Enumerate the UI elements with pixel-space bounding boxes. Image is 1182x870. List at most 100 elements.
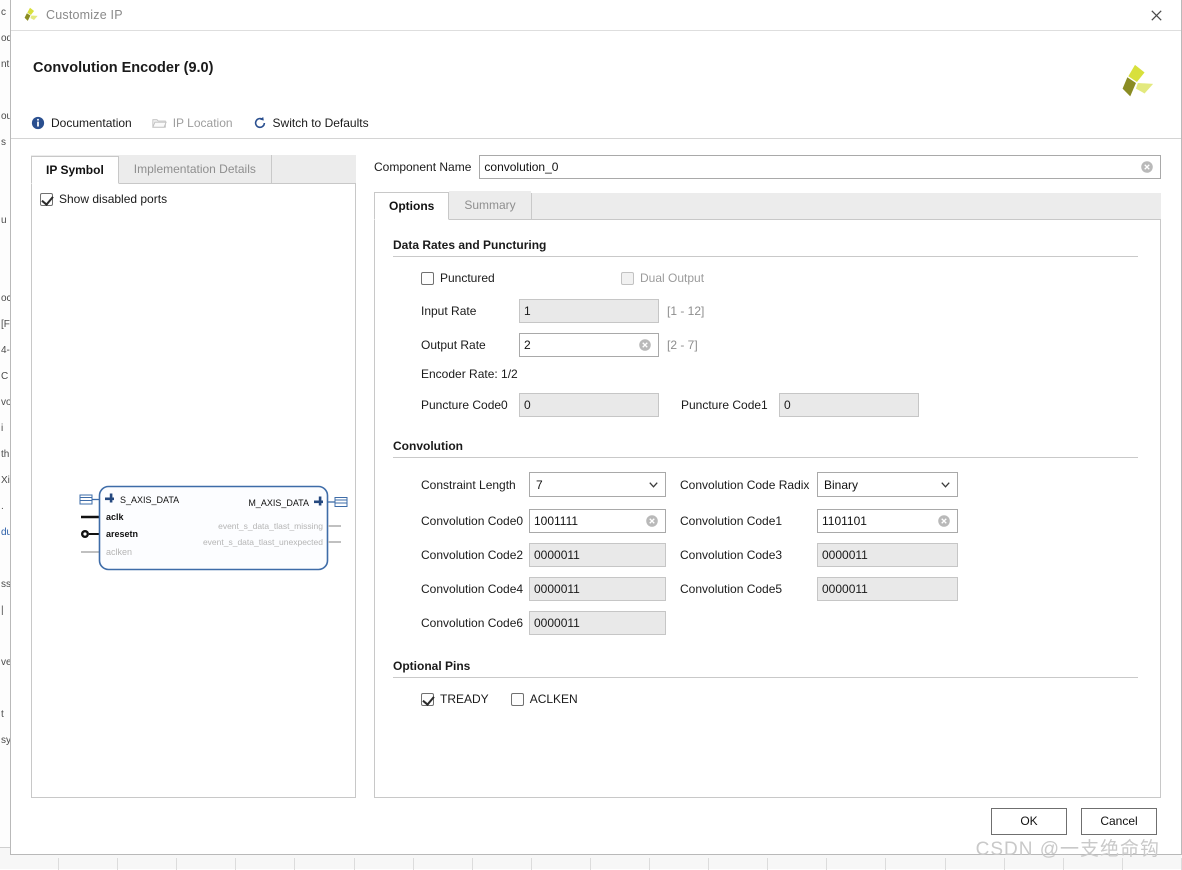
aclken-checkbox-group[interactable]: ACLKEN bbox=[511, 692, 578, 706]
port-label-aresetn: aresetn bbox=[106, 529, 138, 539]
conv-code2-input: 0000011 bbox=[529, 543, 666, 567]
close-icon[interactable] bbox=[1135, 0, 1177, 30]
documentation-link[interactable]: Documentation bbox=[31, 116, 132, 130]
show-disabled-ports-label: Show disabled ports bbox=[59, 192, 167, 206]
conv-code0-label: Convolution Code0 bbox=[421, 514, 529, 528]
page-title: Convolution Encoder (9.0) bbox=[33, 60, 1163, 76]
clear-circle-icon[interactable] bbox=[937, 514, 951, 528]
ip-symbol-pane: IP Symbol Implementation Details Show di… bbox=[31, 155, 356, 798]
constraint-length-value: 7 bbox=[536, 478, 647, 492]
tab-ip-symbol[interactable]: IP Symbol bbox=[31, 156, 119, 184]
output-rate-input[interactable]: 2 bbox=[519, 333, 659, 357]
puncture-code1-input: 0 bbox=[779, 393, 919, 417]
input-rate-label: Input Rate bbox=[421, 304, 519, 318]
show-disabled-ports-row[interactable]: Show disabled ports bbox=[40, 192, 347, 206]
dialog-body: IP Symbol Implementation Details Show di… bbox=[11, 139, 1181, 798]
output-rate-row: Output Rate 2 bbox=[421, 333, 1138, 357]
conv-code4-input: 0000011 bbox=[529, 577, 666, 601]
options-tabstrip: Options Summary bbox=[374, 193, 1161, 220]
conv-code5-label: Convolution Code5 bbox=[680, 582, 817, 596]
component-name-label: Component Name bbox=[374, 160, 471, 174]
cancel-button[interactable]: Cancel bbox=[1081, 808, 1157, 835]
input-rate-row: Input Rate 1 [1 - 12] bbox=[421, 299, 1138, 323]
conv-code1-value: 1101101 bbox=[822, 514, 937, 528]
conv-code2-value: 0000011 bbox=[534, 548, 661, 562]
clear-circle-icon[interactable] bbox=[638, 338, 652, 352]
conv-code-row-0: Convolution Code0 1001111 bbox=[421, 509, 1138, 533]
show-disabled-ports-checkbox[interactable] bbox=[40, 193, 53, 206]
conv-code-row-3: Convolution Code6 0000011 bbox=[421, 611, 1138, 635]
conv-code5-value: 0000011 bbox=[822, 582, 953, 596]
conv-code3-label: Convolution Code3 bbox=[680, 548, 817, 562]
aclken-checkbox[interactable] bbox=[511, 693, 524, 706]
constraint-length-select[interactable]: 7 bbox=[529, 472, 666, 497]
puncture-code0-value: 0 bbox=[524, 398, 654, 412]
tab-summary[interactable]: Summary bbox=[449, 191, 530, 219]
port-label-tlast-missing: event_s_data_tlast_missing bbox=[218, 521, 323, 531]
conv-code1-input[interactable]: 1101101 bbox=[817, 509, 958, 533]
dialog-footer: OK Cancel bbox=[11, 798, 1181, 854]
puncture-code1-label: Puncture Code1 bbox=[681, 398, 779, 412]
conv-code5-input: 0000011 bbox=[817, 577, 958, 601]
clear-circle-icon[interactable] bbox=[1140, 160, 1154, 174]
port-label-aclk: aclk bbox=[106, 512, 125, 522]
conv-code0-value: 1001111 bbox=[534, 514, 645, 528]
conv-code-row-2: Convolution Code4 0000011 Convolution Co… bbox=[421, 577, 1138, 601]
switch-to-defaults-link[interactable]: Switch to Defaults bbox=[253, 116, 369, 130]
xilinx-brand-logo-icon bbox=[1113, 61, 1159, 105]
port-label-tlast-unexpected: event_s_data_tlast_unexpected bbox=[203, 537, 323, 547]
tready-checkbox-group[interactable]: TREADY bbox=[421, 692, 489, 706]
ip-location-link[interactable]: IP Location bbox=[152, 116, 233, 130]
encoder-rate-row: Encoder Rate: 1/2 bbox=[421, 367, 1138, 381]
component-name-input[interactable]: convolution_0 bbox=[479, 155, 1161, 179]
conv-code0-input[interactable]: 1001111 bbox=[529, 509, 666, 533]
constraint-length-label: Constraint Length bbox=[421, 478, 529, 492]
refresh-icon bbox=[253, 116, 267, 130]
conv-code6-input: 0000011 bbox=[529, 611, 666, 635]
info-icon bbox=[31, 116, 45, 130]
tab-ip-symbol-label: IP Symbol bbox=[46, 163, 104, 177]
options-pane: Component Name convolution_0 Opt bbox=[374, 155, 1161, 798]
conv-code2-label: Convolution Code2 bbox=[421, 548, 529, 562]
component-name-row: Component Name convolution_0 bbox=[374, 155, 1161, 179]
code-radix-select[interactable]: Binary bbox=[817, 472, 958, 497]
conv-code3-input: 0000011 bbox=[817, 543, 958, 567]
group-header-optional-pins: Optional Pins bbox=[393, 659, 1138, 678]
conv-code6-value: 0000011 bbox=[534, 616, 661, 630]
clear-circle-icon[interactable] bbox=[645, 514, 659, 528]
punctured-checkbox-group[interactable]: Punctured bbox=[421, 271, 621, 285]
port-m-axis-data-pin bbox=[327, 498, 347, 507]
component-name-value: convolution_0 bbox=[484, 160, 1140, 174]
ip-location-label: IP Location bbox=[173, 116, 233, 130]
output-rate-hint: [2 - 7] bbox=[667, 338, 698, 352]
conv-code1-label: Convolution Code1 bbox=[680, 514, 817, 528]
punctured-label: Punctured bbox=[440, 271, 495, 285]
chevron-down-icon bbox=[939, 478, 953, 492]
optional-pins-body: TREADY ACLKEN bbox=[393, 692, 1138, 706]
options-content: Data Rates and Puncturing Punctured Dual… bbox=[374, 220, 1161, 798]
header-toolbar: Documentation IP Location bbox=[31, 116, 369, 130]
ok-button[interactable]: OK bbox=[991, 808, 1067, 835]
tab-options[interactable]: Options bbox=[374, 192, 449, 220]
switch-to-defaults-label: Switch to Defaults bbox=[273, 116, 369, 130]
chevron-down-icon bbox=[647, 478, 661, 492]
dual-output-checkbox bbox=[621, 272, 634, 285]
puncture-code1-value: 0 bbox=[784, 398, 914, 412]
puncture-code0-input: 0 bbox=[519, 393, 659, 417]
left-tabstrip-filler bbox=[271, 155, 356, 183]
options-tabstrip-filler bbox=[531, 193, 1161, 219]
left-tabstrip: IP Symbol Implementation Details bbox=[31, 155, 356, 184]
dialog-titlebar: Customize IP bbox=[11, 0, 1181, 31]
puncture-checkbox-row: Punctured Dual Output bbox=[421, 271, 1138, 285]
dual-output-label: Dual Output bbox=[640, 271, 704, 285]
output-rate-label: Output Rate bbox=[421, 338, 519, 352]
port-aresetn-pin bbox=[81, 530, 100, 538]
puncture-code-row: Puncture Code0 0 Puncture Code1 0 bbox=[421, 393, 1138, 417]
tready-checkbox[interactable] bbox=[421, 693, 434, 706]
punctured-checkbox[interactable] bbox=[421, 272, 434, 285]
output-rate-value: 2 bbox=[524, 338, 638, 352]
constraint-length-row: Constraint Length 7 Convolution Code Rad… bbox=[421, 472, 1138, 497]
tab-implementation-details[interactable]: Implementation Details bbox=[119, 155, 271, 183]
port-label-aclken: aclken bbox=[106, 547, 132, 557]
conv-code4-label: Convolution Code4 bbox=[421, 582, 529, 596]
